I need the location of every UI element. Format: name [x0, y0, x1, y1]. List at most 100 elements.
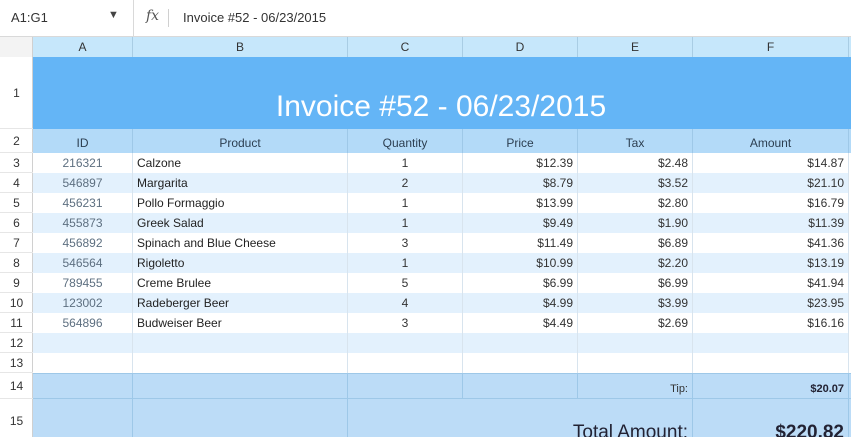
row-header-15[interactable]: 15: [0, 399, 33, 437]
formula-input[interactable]: Invoice #52 - 06/23/2015: [183, 10, 326, 25]
column-header-e[interactable]: E: [578, 37, 693, 57]
cell-amount[interactable]: $14.87: [693, 153, 849, 173]
tip-label-cell[interactable]: Tip:: [578, 374, 693, 399]
empty-cell[interactable]: [348, 353, 463, 373]
cell-price[interactable]: $4.99: [463, 293, 578, 313]
column-header-d[interactable]: D: [463, 37, 578, 57]
row-header-13[interactable]: 13: [0, 353, 33, 373]
total-label-cell[interactable]: Total Amount:: [348, 399, 693, 437]
total-empty-cell[interactable]: [33, 399, 133, 437]
cell-price[interactable]: $11.49: [463, 233, 578, 253]
header-quantity[interactable]: Quantity: [348, 129, 463, 153]
tip-empty-cell[interactable]: [463, 374, 578, 399]
column-header-c[interactable]: C: [348, 37, 463, 57]
header-tax[interactable]: Tax: [578, 129, 693, 153]
empty-cell[interactable]: [133, 333, 348, 353]
title-band[interactable]: Invoice #52 - 06/23/2015: [33, 57, 851, 129]
cell-tax[interactable]: $3.52: [578, 173, 693, 193]
cell-amount[interactable]: $41.36: [693, 233, 849, 253]
cell-product[interactable]: Creme Brulee: [133, 273, 348, 293]
cell-quantity[interactable]: 4: [348, 293, 463, 313]
cell-quantity[interactable]: 3: [348, 233, 463, 253]
cell-id[interactable]: 789455: [33, 273, 133, 293]
name-box[interactable]: A1:G1 ▼: [0, 0, 134, 36]
empty-cell[interactable]: [133, 353, 348, 373]
cell-product[interactable]: Calzone: [133, 153, 348, 173]
row-header-9[interactable]: 9: [0, 273, 33, 293]
column-header-f[interactable]: F: [693, 37, 849, 57]
row-header-14[interactable]: 14: [0, 373, 33, 399]
row-header-5[interactable]: 5: [0, 193, 33, 213]
cell-product[interactable]: Greek Salad: [133, 213, 348, 233]
cell-amount[interactable]: $13.19: [693, 253, 849, 273]
cell-amount[interactable]: $21.10: [693, 173, 849, 193]
total-value-cell[interactable]: $220.82: [693, 399, 849, 437]
cell-amount[interactable]: $11.39: [693, 213, 849, 233]
cell-price[interactable]: $9.49: [463, 213, 578, 233]
cell-id[interactable]: 123002: [33, 293, 133, 313]
column-header-a[interactable]: A: [33, 37, 133, 57]
cell-quantity[interactable]: 1: [348, 153, 463, 173]
cell-price[interactable]: $13.99: [463, 193, 578, 213]
row-header-6[interactable]: 6: [0, 213, 33, 233]
empty-cell[interactable]: [33, 333, 133, 353]
cell-amount[interactable]: $23.95: [693, 293, 849, 313]
cell-product[interactable]: Spinach and Blue Cheese: [133, 233, 348, 253]
cell-product[interactable]: Margarita: [133, 173, 348, 193]
cell-quantity[interactable]: 2: [348, 173, 463, 193]
empty-cell[interactable]: [463, 353, 578, 373]
cell-tax[interactable]: $2.69: [578, 313, 693, 333]
tip-empty-cell[interactable]: [133, 374, 348, 399]
cell-product[interactable]: Pollo Formaggio: [133, 193, 348, 213]
empty-cell[interactable]: [693, 353, 849, 373]
column-header-b[interactable]: B: [133, 37, 348, 57]
row-header-1[interactable]: 1: [0, 57, 33, 129]
cell-id[interactable]: 456231: [33, 193, 133, 213]
tip-empty-cell[interactable]: [33, 374, 133, 399]
empty-cell[interactable]: [463, 333, 578, 353]
row-header-8[interactable]: 8: [0, 253, 33, 273]
empty-cell[interactable]: [348, 333, 463, 353]
row-header-7[interactable]: 7: [0, 233, 33, 253]
cell-price[interactable]: $12.39: [463, 153, 578, 173]
cell-tax[interactable]: $1.90: [578, 213, 693, 233]
name-box-value[interactable]: A1:G1: [11, 10, 48, 25]
header-id[interactable]: ID: [33, 129, 133, 153]
cell-quantity[interactable]: 3: [348, 313, 463, 333]
cell-tax[interactable]: $3.99: [578, 293, 693, 313]
cell-product[interactable]: Radeberger Beer: [133, 293, 348, 313]
select-all-corner[interactable]: [0, 37, 33, 57]
cell-price[interactable]: $4.49: [463, 313, 578, 333]
row-header-3[interactable]: 3: [0, 153, 33, 173]
cell-price[interactable]: $10.99: [463, 253, 578, 273]
tip-empty-cell[interactable]: [348, 374, 463, 399]
cell-quantity[interactable]: 1: [348, 193, 463, 213]
cell-tax[interactable]: $2.20: [578, 253, 693, 273]
row-header-4[interactable]: 4: [0, 173, 33, 193]
empty-cell[interactable]: [693, 333, 849, 353]
row-header-2[interactable]: 2: [0, 129, 33, 153]
cell-id[interactable]: 216321: [33, 153, 133, 173]
cell-product[interactable]: Budweiser Beer: [133, 313, 348, 333]
header-price[interactable]: Price: [463, 129, 578, 153]
row-header-12[interactable]: 12: [0, 333, 33, 353]
empty-cell[interactable]: [578, 353, 693, 373]
cell-amount[interactable]: $16.16: [693, 313, 849, 333]
cell-id[interactable]: 456892: [33, 233, 133, 253]
cell-product[interactable]: Rigoletto: [133, 253, 348, 273]
dropdown-arrow-icon[interactable]: ▼: [108, 9, 119, 21]
header-product[interactable]: Product: [133, 129, 348, 153]
empty-cell[interactable]: [578, 333, 693, 353]
cell-price[interactable]: $8.79: [463, 173, 578, 193]
cell-quantity[interactable]: 1: [348, 253, 463, 273]
cell-price[interactable]: $6.99: [463, 273, 578, 293]
empty-cell[interactable]: [33, 353, 133, 373]
cell-id[interactable]: 546564: [33, 253, 133, 273]
cell-id[interactable]: 564896: [33, 313, 133, 333]
row-header-11[interactable]: 11: [0, 313, 33, 333]
cell-quantity[interactable]: 1: [348, 213, 463, 233]
tip-value-cell[interactable]: $20.07: [693, 374, 849, 399]
cell-tax[interactable]: $6.89: [578, 233, 693, 253]
header-amount[interactable]: Amount: [693, 129, 849, 153]
cell-quantity[interactable]: 5: [348, 273, 463, 293]
